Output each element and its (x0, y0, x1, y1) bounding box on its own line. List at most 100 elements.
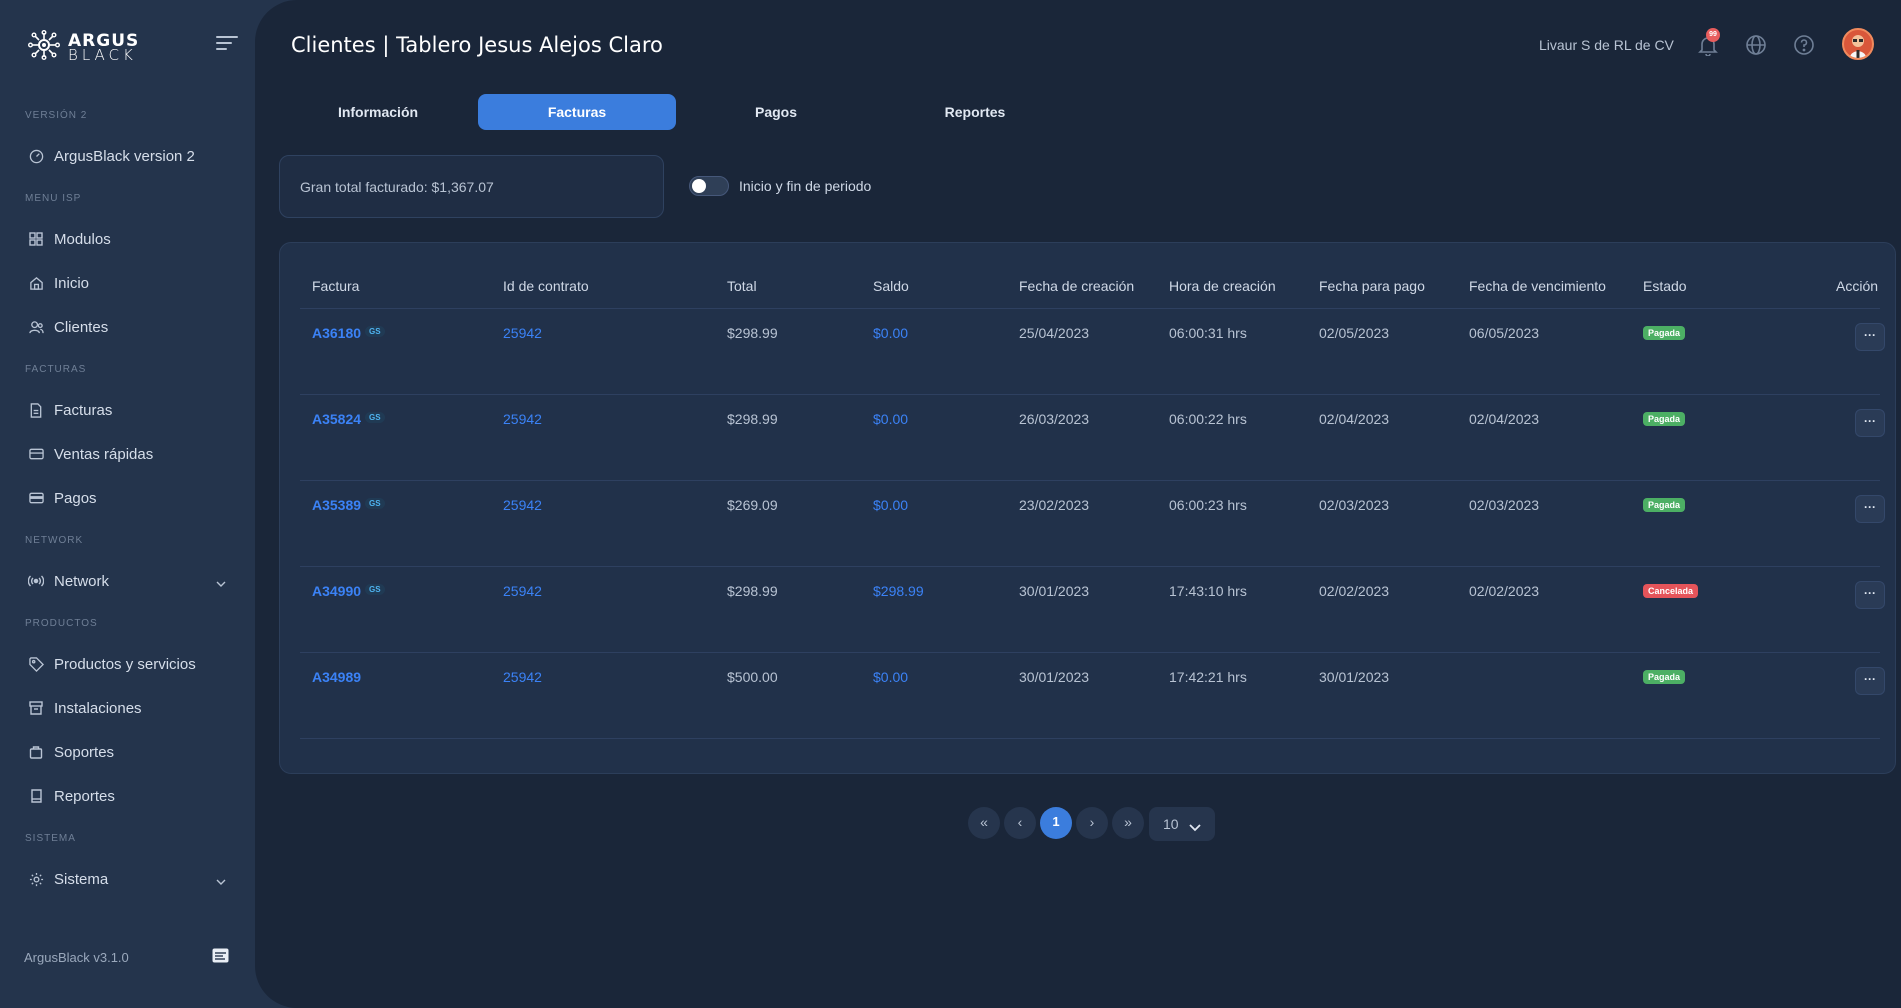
contract-link[interactable]: 25942 (503, 325, 542, 341)
sidebar-item-reportes[interactable]: Reportes (20, 778, 238, 814)
tab-informacion[interactable]: Información (279, 94, 477, 130)
sidebar-item-ventas-rapidas[interactable]: Ventas rápidas (20, 436, 238, 472)
contract-link[interactable]: 25942 (503, 669, 542, 685)
last-page-button[interactable]: » (1112, 807, 1144, 839)
tab-reportes[interactable]: Reportes (876, 94, 1074, 130)
creation-time-cell: 17:43:10 hrs (1169, 583, 1247, 599)
contract-link[interactable]: 25942 (503, 497, 542, 513)
sidebar-item-label: Facturas (54, 401, 113, 419)
due-date-cell: 02/03/2023 (1469, 497, 1540, 513)
first-page-button[interactable]: « (968, 807, 1000, 839)
sidebar-item-soportes[interactable]: Soportes (20, 734, 238, 770)
sidebar-item-inicio[interactable]: Inicio (20, 265, 238, 301)
action-menu-button[interactable]: ··· (1855, 323, 1885, 351)
balance-link[interactable]: $0.00 (873, 497, 908, 513)
sidebar-item-label: Clientes (54, 318, 109, 336)
payment-date-cell: 02/04/2023 (1319, 411, 1390, 427)
balance-link[interactable]: $0.00 (873, 325, 908, 341)
briefcase-icon (28, 744, 44, 760)
page-size-select[interactable]: 10 (1149, 807, 1215, 841)
invoices-table: Factura Id de contrato Total Saldo Fecha… (279, 242, 1896, 774)
column-header: Total (727, 278, 757, 294)
period-toggle-label: Inicio y fin de periodo (739, 178, 872, 194)
globe-icon[interactable] (1745, 34, 1769, 58)
prev-page-button[interactable]: ‹ (1004, 807, 1036, 839)
balance-link[interactable]: $0.00 (873, 411, 908, 427)
due-date-cell: 06/05/2023 (1469, 325, 1540, 341)
sidebar-item-pagos[interactable]: Pagos (20, 480, 238, 516)
invoice-link[interactable]: A35824 (312, 411, 361, 427)
column-header: Fecha para pago (1319, 278, 1425, 294)
next-page-button[interactable]: › (1076, 807, 1108, 839)
payment-date-cell: 30/01/2023 (1319, 669, 1390, 685)
contract-link[interactable]: 25942 (503, 583, 542, 599)
sidebar-item-label: Reportes (54, 787, 115, 805)
status-badge: Pagada (1643, 498, 1686, 512)
page-title: Clientes | Tablero Jesus Alejos Claro (291, 33, 663, 57)
action-menu-button[interactable]: ··· (1855, 581, 1885, 609)
tab-pagos[interactable]: Pagos (677, 94, 875, 130)
sidebar-item-label: Productos y servicios (54, 655, 196, 673)
creation-date-cell: 30/01/2023 (1019, 583, 1090, 599)
contract-link[interactable]: 25942 (503, 411, 542, 427)
invoice-link[interactable]: A34990 (312, 583, 361, 599)
sidebar-item-label: Network (54, 572, 110, 590)
sidebar-item-label: Instalaciones (54, 699, 142, 717)
invoice-link[interactable]: A35389 (312, 497, 361, 513)
creation-date-cell: 25/04/2023 (1019, 325, 1090, 341)
table-row: A34990 GS 25942 $298.99 $298.99 30/01/202… (280, 567, 1897, 653)
action-menu-button[interactable]: ··· (1855, 667, 1885, 695)
invoice-link[interactable]: A34989 (312, 669, 361, 685)
section-sistema: SISTEMA (25, 833, 76, 844)
creation-time-cell: 06:00:31 hrs (1169, 325, 1247, 341)
gs-badge: GS (365, 498, 385, 509)
menu-toggle-icon[interactable] (216, 36, 238, 52)
archive-icon (28, 700, 44, 716)
due-date-cell: 02/02/2023 (1469, 583, 1540, 599)
creation-date-cell: 26/03/2023 (1019, 411, 1090, 427)
sidebar-item-network[interactable]: Network (20, 563, 238, 599)
gs-badge: GS (365, 584, 385, 595)
sidebar-item-clientes[interactable]: Clientes (20, 309, 238, 345)
table-row: A35824 GS 25942 $298.99 $0.00 26/03/2023 … (280, 395, 1897, 481)
column-header: Hora de creación (1169, 278, 1276, 294)
sidebar-item-facturas[interactable]: Facturas (20, 392, 238, 428)
chevron-down-icon (216, 873, 226, 891)
home-icon (28, 275, 44, 291)
invoice-link[interactable]: A36180 (312, 325, 361, 341)
chevron-down-icon (216, 575, 226, 593)
sidebar-item-label: Pagos (54, 489, 97, 507)
total-cell: $298.99 (727, 583, 778, 599)
sidebar-item-argusblack-v2[interactable]: ArgusBlack version 2 (20, 138, 238, 174)
tab-facturas[interactable]: Facturas (478, 94, 676, 130)
sidebar-item-label: Sistema (54, 870, 109, 888)
sidebar-item-modulos[interactable]: Modulos (20, 221, 238, 257)
period-toggle[interactable] (689, 176, 729, 196)
logo[interactable]: ARGUS BLACK (28, 30, 139, 65)
total-cell: $298.99 (727, 411, 778, 427)
balance-link[interactable]: $298.99 (873, 583, 924, 599)
page-button-current[interactable]: 1 (1040, 807, 1072, 839)
action-menu-button[interactable]: ··· (1855, 409, 1885, 437)
changelog-icon[interactable] (212, 948, 229, 968)
column-header: Estado (1643, 278, 1687, 294)
wallet-icon (28, 490, 44, 506)
sidebar-item-instalaciones[interactable]: Instalaciones (20, 690, 238, 726)
creation-time-cell: 06:00:23 hrs (1169, 497, 1247, 513)
section-network: NETWORK (25, 535, 84, 546)
balance-link[interactable]: $0.00 (873, 669, 908, 685)
sidebar-item-sistema[interactable]: Sistema (20, 861, 238, 897)
help-icon[interactable] (1793, 34, 1817, 58)
grand-total-label: Gran total facturado: $1,367.07 (300, 179, 494, 195)
section-version: VERSIÓN 2 (25, 110, 88, 121)
status-badge: Cancelada (1643, 584, 1699, 598)
action-menu-button[interactable]: ··· (1855, 495, 1885, 523)
gear-icon (28, 871, 44, 887)
organization-name[interactable]: Livaur S de RL de CV (1539, 37, 1674, 53)
status-badge: Pagada (1643, 412, 1686, 426)
sidebar-item-label: ArgusBlack version 2 (54, 147, 195, 165)
avatar[interactable] (1842, 28, 1874, 60)
payment-date-cell: 02/02/2023 (1319, 583, 1390, 599)
broadcast-icon (28, 573, 44, 589)
sidebar-item-productos-servicios[interactable]: Productos y servicios (20, 646, 238, 682)
